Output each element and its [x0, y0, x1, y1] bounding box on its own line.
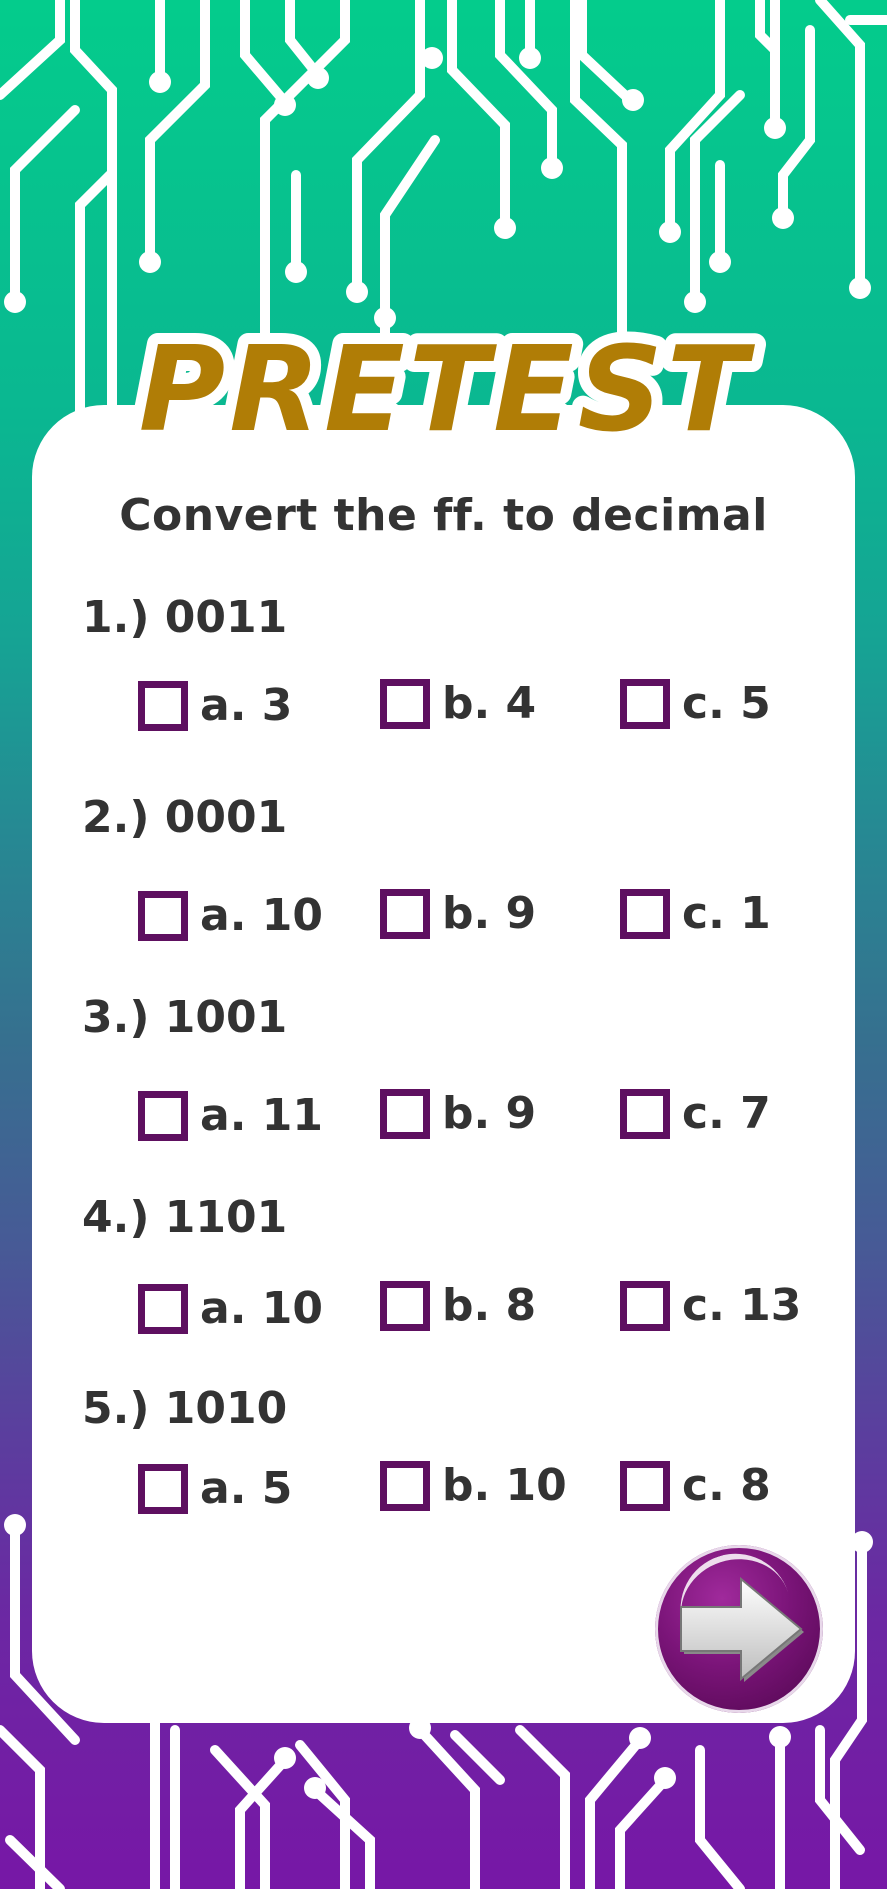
q4-checkbox-a[interactable] [138, 1283, 188, 1334]
q5-option-c[interactable]: c. 8 [620, 1460, 771, 1511]
q3-option-a[interactable]: a. 11 [138, 1090, 323, 1141]
q5-option-c-label: c. 8 [682, 1460, 771, 1511]
q3-option-a-label: a. 11 [200, 1090, 323, 1141]
q2-option-c[interactable]: c. 1 [620, 888, 771, 939]
q3-option-c-label: c. 7 [682, 1088, 771, 1139]
q4-checkbox-c[interactable] [620, 1280, 670, 1331]
q5-option-b[interactable]: b. 10 [380, 1460, 567, 1511]
q2-option-a[interactable]: a. 10 [138, 890, 323, 941]
arrow-right-icon [680, 1576, 804, 1682]
q3-checkbox-b[interactable] [380, 1088, 430, 1139]
q5-checkbox-c[interactable] [620, 1460, 670, 1511]
next-button[interactable] [655, 1539, 823, 1713]
q1-checkbox-c[interactable] [620, 678, 670, 729]
q2-option-b-label: b. 9 [442, 888, 537, 939]
q1-option-c-label: c. 5 [682, 678, 771, 729]
q3-option-b-label: b. 9 [442, 1088, 537, 1139]
pretest-title: PRETEST PRETEST [128, 309, 763, 469]
q4-option-c[interactable]: c. 13 [620, 1280, 801, 1331]
q4-option-b[interactable]: b. 8 [380, 1280, 536, 1331]
q1-checkbox-a[interactable] [138, 680, 188, 731]
q5-checkbox-a[interactable] [138, 1463, 188, 1514]
question-2-label: 2.) 0001 [82, 792, 288, 843]
q5-option-a[interactable]: a. 5 [138, 1463, 292, 1514]
q4-checkbox-b[interactable] [380, 1280, 430, 1331]
question-5-label: 5.) 1010 [82, 1383, 288, 1434]
q1-option-a[interactable]: a. 3 [138, 680, 292, 731]
q1-option-c[interactable]: c. 5 [620, 678, 771, 729]
q2-option-a-label: a. 10 [200, 890, 323, 941]
q3-checkbox-c[interactable] [620, 1088, 670, 1139]
q4-option-c-label: c. 13 [682, 1280, 802, 1331]
q2-option-b[interactable]: b. 9 [380, 888, 536, 939]
q3-checkbox-a[interactable] [138, 1090, 188, 1141]
q2-option-c-label: c. 1 [682, 888, 771, 939]
q4-option-a[interactable]: a. 10 [138, 1283, 323, 1334]
q5-option-a-label: a. 5 [200, 1463, 293, 1514]
q1-option-b[interactable]: b. 4 [380, 678, 536, 729]
q3-option-b[interactable]: b. 9 [380, 1088, 536, 1139]
q2-checkbox-c[interactable] [620, 888, 670, 939]
question-3-label: 3.) 1001 [82, 992, 288, 1043]
q2-checkbox-a[interactable] [138, 890, 188, 941]
q3-option-c[interactable]: c. 7 [620, 1088, 771, 1139]
q4-option-a-label: a. 10 [200, 1283, 323, 1334]
instruction-text: Convert the ff. to decimal [119, 490, 768, 541]
question-1-label: 1.) 0011 [82, 592, 288, 643]
q4-option-b-label: b. 8 [442, 1280, 537, 1331]
q5-checkbox-b[interactable] [380, 1460, 430, 1511]
question-4-label: 4.) 1101 [82, 1192, 288, 1243]
q5-option-b-label: b. 10 [442, 1460, 567, 1511]
q1-option-a-label: a. 3 [200, 680, 293, 731]
q2-checkbox-b[interactable] [380, 888, 430, 939]
q1-checkbox-b[interactable] [380, 678, 430, 729]
q1-option-b-label: b. 4 [442, 678, 537, 729]
title-text: PRETEST [139, 320, 756, 458]
